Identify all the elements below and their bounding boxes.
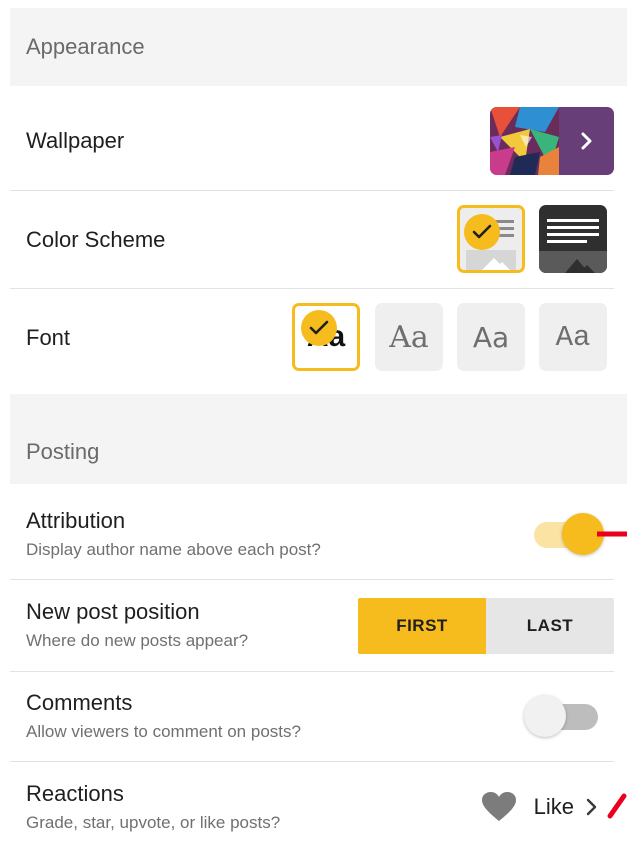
new-post-position-title: New post position xyxy=(26,599,200,624)
check-icon xyxy=(472,224,492,239)
font-sample: Aa xyxy=(555,320,591,354)
selected-check-badge xyxy=(464,214,500,250)
font-option-mono[interactable]: Aa xyxy=(539,303,607,371)
check-icon xyxy=(309,320,329,335)
color-scheme-dark-option[interactable] xyxy=(539,205,607,273)
wallpaper-label: Wallpaper xyxy=(26,128,125,153)
section-title: Appearance xyxy=(26,34,145,59)
color-scheme-label: Color Scheme xyxy=(26,226,166,252)
font-sample: Aa xyxy=(389,319,429,355)
reactions-subtitle: Grade, star, upvote, or like posts? xyxy=(26,813,281,832)
new-post-position-segmented: FIRST LAST xyxy=(358,598,614,654)
annotation-red-line xyxy=(607,793,627,819)
attribution-toggle[interactable] xyxy=(528,512,604,556)
reaction-value: Like xyxy=(533,794,574,819)
dark-scheme-preview xyxy=(539,219,607,273)
wallpaper-chevron xyxy=(559,107,614,175)
reactions-title: Reactions xyxy=(26,781,124,806)
wallpaper-row[interactable]: Wallpaper xyxy=(10,92,614,190)
position-last-button[interactable]: LAST xyxy=(486,598,614,654)
reactions-row[interactable]: Reactions Grade, star, upvote, or like p… xyxy=(10,762,614,852)
section-header-posting: Posting xyxy=(10,394,627,484)
comments-title: Comments xyxy=(26,690,133,715)
font-option-sans-bold[interactable]: Aa xyxy=(292,303,360,371)
chevron-right-icon xyxy=(581,132,591,150)
reaction-selector[interactable]: Like xyxy=(481,792,598,822)
color-scheme-light-option[interactable] xyxy=(457,205,525,273)
section-title: Posting xyxy=(26,439,100,464)
attribution-title: Attribution xyxy=(26,508,126,533)
font-sample: Aa xyxy=(472,320,510,354)
font-option-serif[interactable]: Aa xyxy=(375,303,443,371)
comments-toggle[interactable] xyxy=(524,694,602,738)
font-label: Font xyxy=(26,324,71,350)
annotation-red-line xyxy=(597,531,627,537)
font-option-rounded[interactable]: Aa xyxy=(457,303,525,371)
new-post-position-subtitle: Where do new posts appear? xyxy=(26,631,249,650)
attribution-row: Attribution Display author name above ea… xyxy=(10,490,614,578)
selected-check-badge xyxy=(301,310,337,346)
attribution-subtitle: Display author name above each post? xyxy=(26,540,321,559)
chevron-right-icon xyxy=(586,798,597,816)
wallpaper-preview-image xyxy=(490,107,559,175)
wallpaper-picker-button[interactable] xyxy=(490,107,614,175)
section-header-appearance: Appearance xyxy=(10,8,627,86)
comments-subtitle: Allow viewers to comment on posts? xyxy=(26,722,301,741)
position-first-button[interactable]: FIRST xyxy=(358,598,486,654)
heart-icon xyxy=(481,792,516,821)
